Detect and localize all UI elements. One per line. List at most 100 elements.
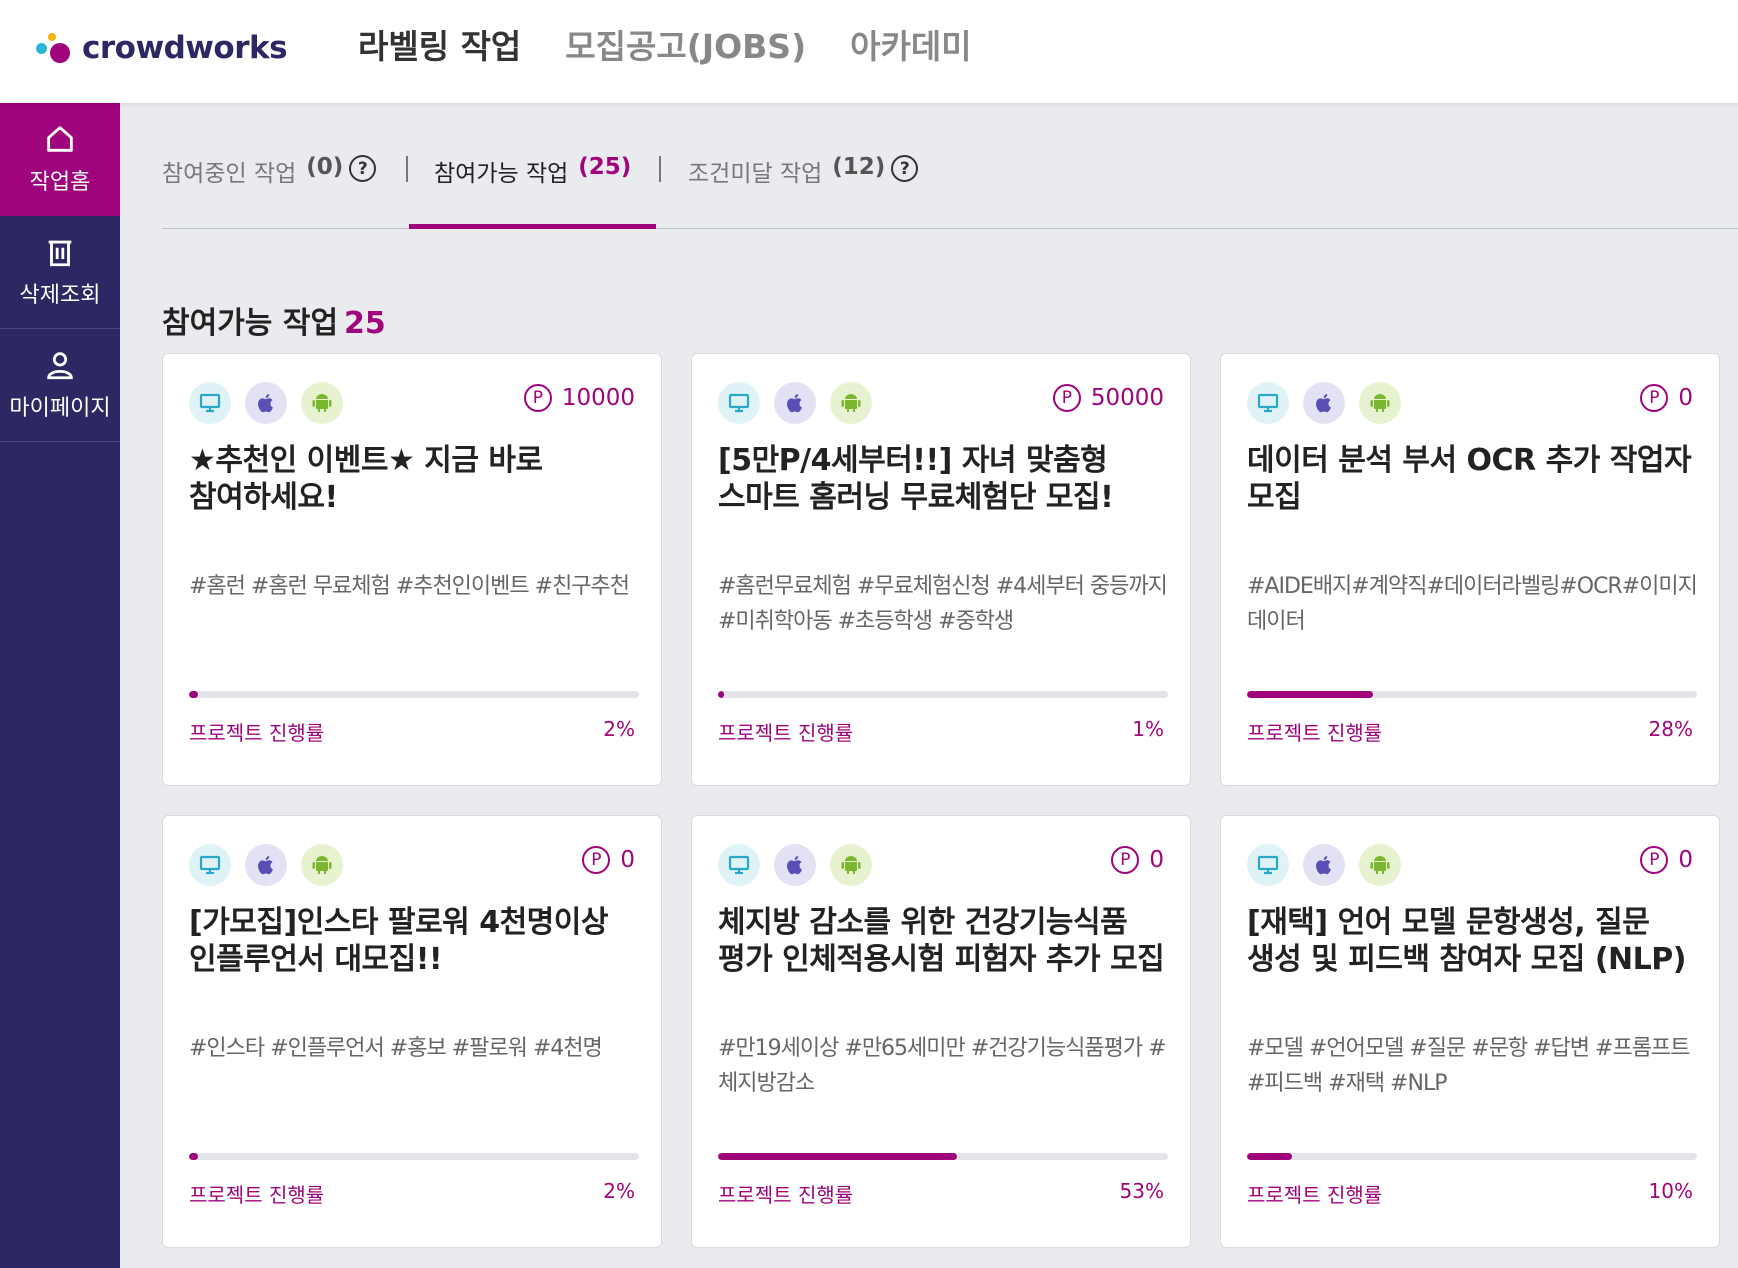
platform-icons bbox=[189, 844, 343, 886]
tab-count: (25) bbox=[578, 154, 632, 180]
pc-icon bbox=[1247, 844, 1289, 886]
tab-label: 참여중인 작업 bbox=[162, 161, 297, 187]
apple-icon bbox=[774, 382, 816, 424]
point-value: 0 bbox=[1678, 847, 1693, 873]
nav-jobs[interactable]: 모집공고(JOBS) bbox=[565, 22, 806, 72]
apple-icon bbox=[245, 382, 287, 424]
trash-icon bbox=[48, 240, 72, 267]
card-title: [가모집]인스타 팔로워 4천명이상 인플루언서 대모집!! bbox=[189, 905, 608, 977]
pc-icon bbox=[1247, 382, 1289, 424]
pc-icon bbox=[189, 382, 231, 424]
card-title: [5만P/4세부터!!] 자녀 맞춤형 스마트 홈러닝 무료체험단 모집! bbox=[718, 443, 1114, 515]
point-value: 0 bbox=[1149, 847, 1164, 873]
android-icon bbox=[1359, 382, 1401, 424]
platform-icons bbox=[1247, 382, 1401, 424]
progress-bar bbox=[718, 1153, 1168, 1160]
point-icon: P bbox=[1111, 846, 1140, 874]
task-card[interactable]: P 50000 [5만P/4세부터!!] 자녀 맞춤형 스마트 홈러닝 무료체험… bbox=[691, 353, 1191, 786]
platform-icons bbox=[189, 382, 343, 424]
android-icon bbox=[830, 844, 872, 886]
progress-label: 프로젝트 진행률 bbox=[718, 1183, 854, 1207]
apple-icon bbox=[245, 844, 287, 886]
main-nav: 라벨링 작업 모집공고(JOBS) 아카데미 bbox=[358, 22, 972, 72]
point-value: 0 bbox=[1678, 385, 1693, 411]
task-card[interactable]: P 10000 ★추천인 이벤트★ 지금 바로 참여하세요! #홈런 #홈런 무… bbox=[162, 353, 662, 786]
sidebar-item-work-home[interactable]: 작업홈 bbox=[0, 103, 120, 216]
progress-fill bbox=[1247, 691, 1373, 698]
progress-bar bbox=[1247, 1153, 1697, 1160]
section-title-label: 참여가능 작업 bbox=[162, 306, 339, 341]
tab-label: 참여가능 작업 bbox=[434, 161, 569, 187]
card-tags: #모델 #언어모델 #질문 #문항 #답변 #프롬프트 #피드백 #재택 #NL… bbox=[1247, 1036, 1690, 1096]
progress-label: 프로젝트 진행률 bbox=[718, 721, 854, 745]
reward-point: P 0 bbox=[1640, 384, 1693, 412]
task-card[interactable]: P 0 체지방 감소를 위한 건강기능식품 평가 인체적용시험 피험자 추가 모… bbox=[691, 815, 1191, 1248]
progress-fill bbox=[1247, 1153, 1292, 1160]
card-tags: #홈런 #홈런 무료체험 #추천인이벤트 #친구추천 bbox=[189, 574, 630, 599]
platform-icons bbox=[718, 844, 872, 886]
sidebar-item-mypage[interactable]: 마이페이지 bbox=[0, 329, 120, 442]
task-card[interactable]: P 0 데이터 분석 부서 OCR 추가 작업자 모집 #AIDE배지#계약직#… bbox=[1220, 353, 1720, 786]
tab-available[interactable]: 참여가능 작업 (25) bbox=[409, 154, 657, 229]
android-icon bbox=[301, 844, 343, 886]
progress-percent: 2% bbox=[603, 717, 635, 741]
help-icon[interactable]: ? bbox=[349, 155, 377, 182]
platform-icons bbox=[1247, 844, 1401, 886]
sidebar-item-label: 삭제조회 bbox=[19, 283, 101, 308]
nav-academy[interactable]: 아카데미 bbox=[850, 22, 971, 72]
card-title: [재택] 언어 모델 문항생성, 질문 생성 및 피드백 참여자 모집 (NLP… bbox=[1247, 905, 1686, 977]
progress-percent: 10% bbox=[1648, 1179, 1693, 1203]
task-card[interactable]: P 0 [재택] 언어 모델 문항생성, 질문 생성 및 피드백 참여자 모집 … bbox=[1220, 815, 1720, 1248]
progress-fill bbox=[189, 1153, 198, 1160]
android-icon bbox=[1359, 844, 1401, 886]
progress-percent: 2% bbox=[603, 1179, 635, 1203]
progress-fill bbox=[189, 691, 198, 698]
card-tags: #AIDE배지#계약직#데이터라벨링#OCR#이미지데이터 bbox=[1247, 574, 1698, 634]
progress-bar bbox=[1247, 691, 1697, 698]
apple-icon bbox=[1303, 844, 1345, 886]
pc-icon bbox=[718, 382, 760, 424]
card-title: 데이터 분석 부서 OCR 추가 작업자 모집 bbox=[1247, 443, 1692, 515]
card-tags: #만19세이상 #만65세미만 #건강기능식품평가 #체지방감소 bbox=[718, 1036, 1167, 1096]
platform-icons bbox=[718, 382, 872, 424]
card-tags: #홈런무료체험 #무료체험신청 #4세부터 중등까지 #미취학아동 #초등학생 … bbox=[718, 574, 1168, 634]
top-header: crowdworks 라벨링 작업 모집공고(JOBS) 아카데미 bbox=[0, 0, 1738, 103]
section-count: 25 bbox=[344, 306, 386, 341]
card-title: ★추천인 이벤트★ 지금 바로 참여하세요! bbox=[189, 443, 543, 515]
nav-labeling[interactable]: 라벨링 작업 bbox=[358, 22, 521, 72]
task-card[interactable]: P 0 [가모집]인스타 팔로워 4천명이상 인플루언서 대모집!! #인스타 … bbox=[162, 815, 662, 1248]
point-icon: P bbox=[582, 846, 611, 874]
point-value: 50000 bbox=[1090, 385, 1164, 411]
point-value: 10000 bbox=[561, 385, 635, 411]
progress-percent: 28% bbox=[1648, 717, 1693, 741]
progress-bar bbox=[189, 1153, 639, 1160]
android-icon bbox=[830, 382, 872, 424]
help-icon[interactable]: ? bbox=[891, 155, 919, 182]
tab-label: 조건미달 작업 bbox=[688, 161, 823, 187]
tab-count: (12) bbox=[832, 154, 886, 180]
sidebar-item-deleted[interactable]: 삭제조회 bbox=[0, 216, 120, 329]
apple-icon bbox=[1303, 382, 1345, 424]
progress-bar bbox=[718, 691, 1168, 698]
tab-unqualified[interactable]: 조건미달 작업 (12) ? bbox=[688, 154, 919, 229]
tab-divider bbox=[406, 156, 408, 182]
apple-icon bbox=[774, 844, 816, 886]
pc-icon bbox=[189, 844, 231, 886]
reward-point: P 0 bbox=[1640, 846, 1693, 874]
tab-in-progress[interactable]: 참여중인 작업 (0) ? bbox=[162, 154, 377, 229]
crowdworks-logo[interactable]: crowdworks bbox=[36, 26, 288, 70]
logo-text: crowdworks bbox=[82, 30, 288, 66]
tab-count: (0) bbox=[306, 154, 344, 180]
task-tabs: 참여중인 작업 (0) ? 참여가능 작업 (25) 조건미달 작업 (12) … bbox=[162, 140, 1738, 229]
point-icon: P bbox=[1640, 846, 1669, 874]
user-icon bbox=[47, 352, 73, 380]
card-tags: #인스타 #인플루언서 #홍보 #팔로워 #4천명 bbox=[189, 1036, 603, 1061]
progress-label: 프로젝트 진행률 bbox=[1247, 721, 1383, 745]
progress-label: 프로젝트 진행률 bbox=[189, 1183, 325, 1207]
progress-fill bbox=[718, 1153, 957, 1160]
reward-point: P 50000 bbox=[1052, 384, 1164, 412]
logo-mark-icon bbox=[36, 27, 78, 69]
sidebar-item-label: 작업홈 bbox=[29, 170, 91, 195]
progress-bar bbox=[189, 691, 639, 698]
section-title: 참여가능 작업 25 bbox=[162, 298, 386, 342]
